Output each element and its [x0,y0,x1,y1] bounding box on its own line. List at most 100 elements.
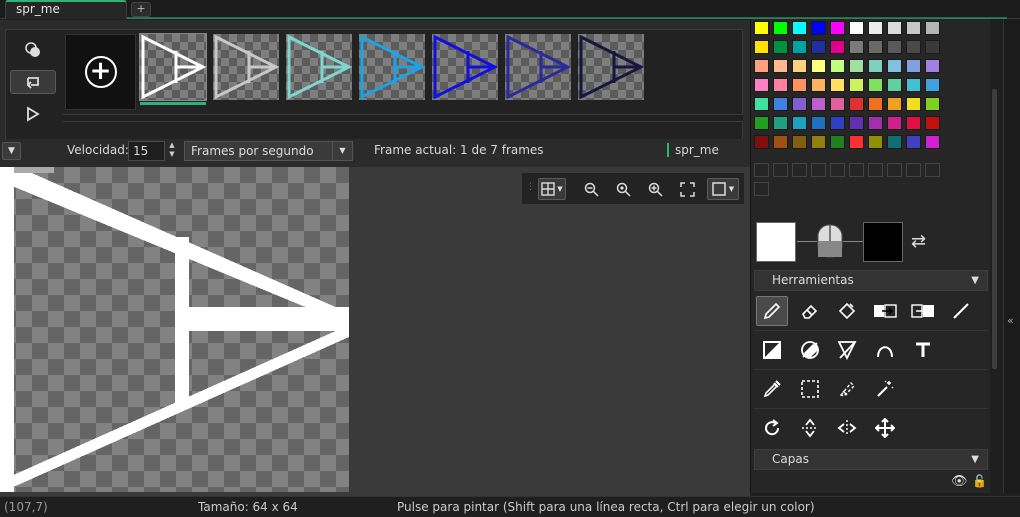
palette-swatch[interactable] [754,40,769,54]
palette-swatch[interactable] [849,40,864,54]
flip-horizontal-tool[interactable] [831,413,863,443]
secondary-color-swatch[interactable] [863,222,903,262]
palette-swatch[interactable] [811,78,826,92]
palette-swatch[interactable] [925,135,940,149]
primary-color-swatch[interactable] [756,222,796,262]
palette-swatch[interactable] [773,78,788,92]
palette-swatch[interactable] [887,40,902,54]
line-tool[interactable] [945,296,977,326]
palette-swatch[interactable] [868,135,883,149]
fill-tool[interactable] [831,296,863,326]
side-collapse-strip[interactable]: « [1003,19,1020,493]
palette-swatch[interactable] [754,59,769,73]
palette-swatch[interactable] [906,97,921,111]
copy-selection-tool[interactable] [869,296,901,326]
palette-swatch[interactable] [830,97,845,111]
palette-swatch[interactable] [868,40,883,54]
grid-toggle-button[interactable]: ▼ [538,178,566,200]
custom-color-slot[interactable] [925,163,940,177]
palette-swatch[interactable] [925,116,940,130]
eye-icon[interactable]: 👁 [951,474,968,489]
frame-thumbnail-4[interactable] [359,34,426,100]
custom-color-slot[interactable] [906,163,921,177]
speed-input[interactable]: 15 [128,141,165,161]
eyedropper-tool[interactable] [756,374,788,404]
palette-swatch[interactable] [773,97,788,111]
text-tool[interactable] [907,335,939,365]
onion-skin-button[interactable] [10,38,56,62]
palette-swatch[interactable] [792,97,807,111]
palette-swatch[interactable] [849,135,864,149]
frame-thumbnail-3[interactable] [286,34,353,100]
palette-swatch[interactable] [830,21,845,35]
palette-swatch[interactable] [906,40,921,54]
frame-thumbnail-7[interactable] [578,34,645,100]
rectangle-tool[interactable] [756,335,788,365]
rotate-tool[interactable] [756,413,788,443]
palette-swatch[interactable] [792,135,807,149]
drawing-canvas[interactable] [0,167,349,492]
lock-icon[interactable]: 🔓 [972,474,987,488]
palette-swatch[interactable] [906,78,921,92]
canvas-viewport[interactable]: ⋮ ▼ ▼ [0,167,750,496]
custom-color-slot[interactable] [792,163,807,177]
custom-color-slot[interactable] [868,163,883,177]
palette-swatch[interactable] [925,78,940,92]
palette-swatch[interactable] [754,135,769,149]
palette-swatch[interactable] [773,116,788,130]
palette-swatch[interactable] [849,21,864,35]
custom-color-slot[interactable] [754,182,769,196]
palette-swatch[interactable] [887,116,902,130]
palette-swatch[interactable] [868,21,883,35]
palette-swatch[interactable] [868,59,883,73]
palette-swatch[interactable] [792,40,807,54]
speed-stepper[interactable]: ▲ ▼ [166,141,178,161]
palette-swatch[interactable] [773,59,788,73]
palette-swatch[interactable] [811,40,826,54]
palette-swatch[interactable] [792,59,807,73]
stepper-up-icon[interactable]: ▲ [169,141,174,149]
palette-swatch[interactable] [868,116,883,130]
triangle-tool[interactable] [831,335,863,365]
palette-swatch[interactable] [754,21,769,35]
loop-button[interactable] [10,70,56,94]
zoom-out-button[interactable] [579,178,603,200]
palette-swatch[interactable] [830,59,845,73]
palette-swatch[interactable] [849,59,864,73]
flip-vertical-tool[interactable] [794,413,826,443]
palette-swatch[interactable] [925,21,940,35]
palette-swatch[interactable] [773,135,788,149]
lasso-tool[interactable] [831,374,863,404]
add-tab-button[interactable]: + [131,2,151,17]
palette-swatch[interactable] [811,116,826,130]
palette-swatch[interactable] [887,21,902,35]
palette-swatch[interactable] [811,21,826,35]
collapse-button[interactable]: ▼ [2,142,21,160]
palette-swatch[interactable] [754,97,769,111]
tab-spr-me[interactable]: spr_me [5,0,127,19]
stepper-down-icon[interactable]: ▼ [169,150,174,158]
move-tool[interactable] [869,413,901,443]
custom-color-slot[interactable] [754,163,769,177]
palette-swatch[interactable] [906,116,921,130]
right-panel-scrollbar[interactable] [990,19,1000,493]
frame-thumbnail-1[interactable] [139,33,207,105]
palette-swatch[interactable] [887,97,902,111]
scrollbar-thumb[interactable] [992,89,997,369]
palette-swatch[interactable] [792,116,807,130]
palette-swatch[interactable] [830,135,845,149]
zoom-reset-button[interactable] [611,178,635,200]
ellipse-tool[interactable] [794,335,826,365]
custom-color-slot[interactable] [887,163,902,177]
palette-swatch[interactable] [906,59,921,73]
palette-swatch[interactable] [773,40,788,54]
palette-swatch[interactable] [830,116,845,130]
play-button[interactable] [10,102,56,126]
palette-swatch[interactable] [906,21,921,35]
palette-swatch[interactable] [925,97,940,111]
palette-swatch[interactable] [925,40,940,54]
drag-handle-icon[interactable]: ⋮ [526,182,535,192]
palette-swatch[interactable] [811,97,826,111]
palette-swatch[interactable] [792,21,807,35]
paste-selection-tool[interactable] [907,296,939,326]
